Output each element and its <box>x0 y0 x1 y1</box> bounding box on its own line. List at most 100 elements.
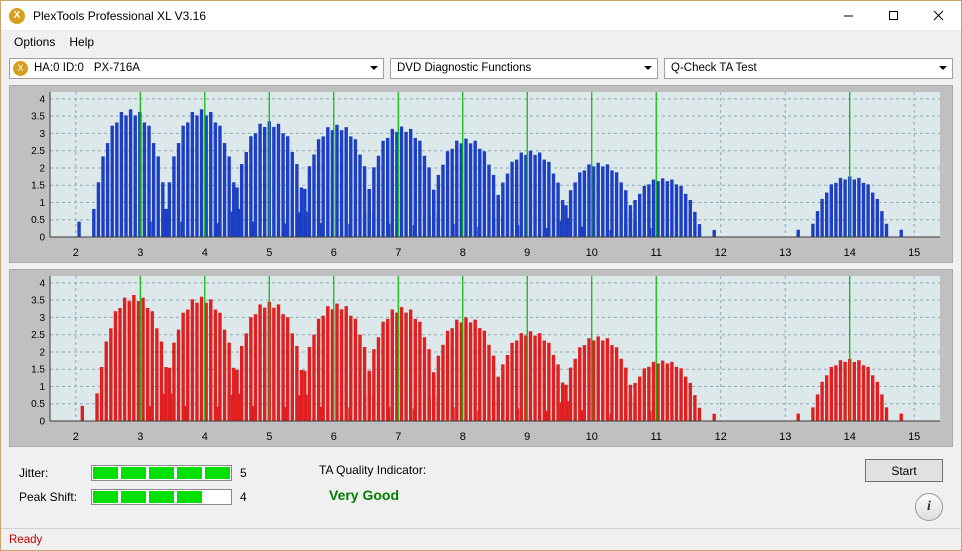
menu-item-help[interactable]: Help <box>62 33 101 51</box>
x-axis-labels-red: 2 3 4 5 6 7 8 9 10 11 12 13 14 15 <box>10 431 952 446</box>
meter-cell <box>149 467 174 479</box>
close-button[interactable] <box>916 1 961 30</box>
peak-shift-meter-row: Peak Shift: 4 <box>19 489 247 505</box>
application-window: X PlexTools Professional XL V3.16 Option… <box>0 0 962 551</box>
meter-cell <box>93 491 118 503</box>
plot-area-red: 0 0.5 1 1.5 2 2.5 3 3.5 4 <box>10 270 952 431</box>
meter-cell <box>177 467 202 479</box>
svg-text:1.5: 1.5 <box>31 181 45 192</box>
quality-indicator-value: Very Good <box>329 487 400 503</box>
info-icon[interactable]: i <box>915 493 943 521</box>
window-title: PlexTools Professional XL V3.16 <box>33 8 206 23</box>
peak-shift-value: 4 <box>240 490 247 504</box>
meter-cell <box>121 467 146 479</box>
peak-shift-label: Peak Shift: <box>19 490 78 504</box>
x-axis-tick-label: 13 <box>779 431 792 443</box>
plot-svg-red: 0 0.5 1 1.5 2 2.5 3 3.5 4 <box>31 276 940 428</box>
svg-text:3: 3 <box>39 129 45 140</box>
x-axis-tick-label: 14 <box>843 431 856 443</box>
function-selector-label: DVD Diagnostic Functions <box>397 62 532 74</box>
x-axis-tick-label: 12 <box>714 247 727 259</box>
x-axis-tick-label: 6 <box>330 431 337 443</box>
x-axis-tick-label: 7 <box>395 431 402 443</box>
chevron-down-icon <box>644 66 652 70</box>
drive-id-label: HA:0 ID:0 <box>34 62 84 74</box>
menu-item-options[interactable]: Options <box>7 33 62 51</box>
meter-cell <box>205 491 230 503</box>
selector-bar: X HA:0 ID:0 PX-716A DVD Diagnostic Funct… <box>1 53 961 83</box>
meter-cell <box>205 467 230 479</box>
svg-text:0.5: 0.5 <box>31 399 45 410</box>
svg-text:2.5: 2.5 <box>31 146 45 157</box>
bottom-panel: Jitter: 5 Peak Shift: 4 TA Quality Indic… <box>1 453 961 531</box>
chevron-down-icon <box>370 66 378 70</box>
meter-cell <box>177 491 202 503</box>
x-axis-tick-label: 14 <box>843 247 856 259</box>
peak-shift-meter <box>91 489 232 505</box>
drive-icon: X <box>13 60 28 76</box>
menu-bar: Options Help <box>1 31 961 53</box>
ta-test-graph-red: 0 0.5 1 1.5 2 2.5 3 3.5 4 2 3 4 5 6 7 8 9 10 11 12 13 14 15 <box>9 269 953 447</box>
meter-cell <box>93 467 118 479</box>
svg-text:2: 2 <box>39 163 45 174</box>
window-controls <box>826 1 961 30</box>
test-selector-label: Q-Check TA Test <box>671 62 757 74</box>
function-selector[interactable]: DVD Diagnostic Functions <box>390 57 658 79</box>
x-axis-tick-label: 15 <box>908 247 921 259</box>
svg-text:0.5: 0.5 <box>31 215 45 226</box>
minimize-button[interactable] <box>826 1 871 30</box>
jitter-value: 5 <box>240 466 247 480</box>
start-button[interactable]: Start <box>865 459 943 482</box>
svg-text:2: 2 <box>39 347 45 358</box>
x-axis-tick-label: 9 <box>524 431 531 443</box>
quality-indicator-label: TA Quality Indicator: <box>319 463 427 477</box>
svg-text:1.5: 1.5 <box>31 365 45 376</box>
x-axis-tick-label: 5 <box>266 247 273 259</box>
meter-cell <box>149 491 174 503</box>
x-axis-tick-label: 2 <box>72 431 79 443</box>
x-axis-tick-label: 3 <box>137 431 144 443</box>
x-axis-tick-label: 10 <box>585 247 598 259</box>
x-axis-tick-label: 6 <box>330 247 337 259</box>
x-axis-tick-label: 5 <box>266 431 273 443</box>
svg-text:3: 3 <box>39 313 45 324</box>
plot-area-blue: 0 0.5 1 1.5 2 2.5 3 3.5 4 <box>10 86 952 247</box>
drive-selector[interactable]: X HA:0 ID:0 PX-716A <box>9 57 384 79</box>
jitter-meter <box>91 465 232 481</box>
svg-text:0: 0 <box>39 233 45 244</box>
plextools-icon: X <box>9 7 25 24</box>
svg-text:1: 1 <box>39 198 45 209</box>
x-axis-tick-label: 7 <box>395 247 402 259</box>
meter-cell <box>121 491 146 503</box>
ta-test-graph-blue: 0 0.5 1 1.5 2 2.5 3 3.5 4 2 3 4 5 6 7 8 9 10 11 12 13 14 15 <box>9 85 953 263</box>
x-axis-tick-label: 8 <box>459 247 466 259</box>
test-selector[interactable]: Q-Check TA Test <box>664 57 953 79</box>
svg-text:4: 4 <box>39 278 45 289</box>
x-axis-tick-label: 13 <box>779 247 792 259</box>
x-axis-tick-label: 10 <box>585 431 598 443</box>
x-axis-tick-label: 8 <box>459 431 466 443</box>
svg-text:4: 4 <box>39 94 45 105</box>
x-axis-tick-label: 3 <box>137 247 144 259</box>
status-bar: Ready <box>1 528 961 550</box>
x-axis-tick-label: 4 <box>201 431 208 443</box>
plot-svg-blue: 0 0.5 1 1.5 2 2.5 3 3.5 4 <box>31 92 940 244</box>
x-axis-tick-label: 4 <box>201 247 208 259</box>
svg-text:0: 0 <box>39 417 45 428</box>
x-axis-tick-label: 9 <box>524 247 531 259</box>
x-axis-labels-blue: 2 3 4 5 6 7 8 9 10 11 12 13 14 15 <box>10 247 952 262</box>
quality-indicator-block: TA Quality Indicator: Very Good <box>319 463 426 503</box>
svg-text:2.5: 2.5 <box>31 330 45 341</box>
jitter-meter-row: Jitter: 5 <box>19 465 247 481</box>
svg-text:3.5: 3.5 <box>31 112 45 123</box>
x-axis-tick-label: 2 <box>72 247 79 259</box>
maximize-button[interactable] <box>871 1 916 30</box>
chevron-down-icon <box>939 66 947 70</box>
status-text: Ready <box>9 533 43 546</box>
x-axis-tick-label: 11 <box>650 247 662 259</box>
title-bar: X PlexTools Professional XL V3.16 <box>1 1 961 31</box>
x-axis-tick-label: 11 <box>650 431 662 443</box>
drive-model-label: PX-716A <box>93 62 140 74</box>
jitter-label: Jitter: <box>19 466 49 480</box>
svg-text:3.5: 3.5 <box>31 296 45 307</box>
